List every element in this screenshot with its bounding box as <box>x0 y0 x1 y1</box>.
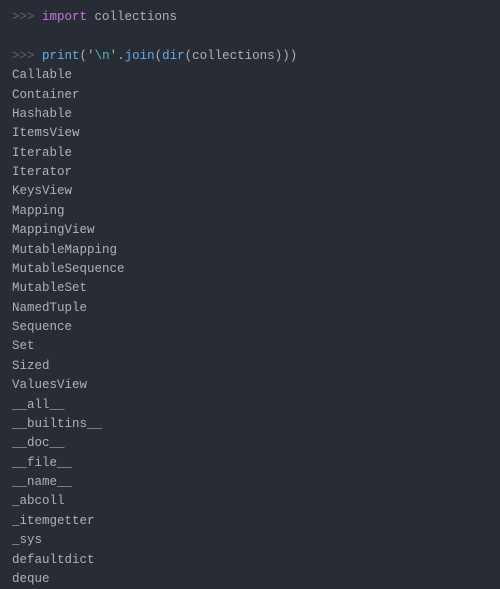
module-name: collections <box>95 10 178 24</box>
output-line: ItemsView <box>12 124 488 143</box>
output-line: __doc__ <box>12 434 488 453</box>
output-line: MutableMapping <box>12 241 488 260</box>
output-line: _abcoll <box>12 492 488 511</box>
arg-collections: collections <box>192 49 275 63</box>
func-dir: dir <box>162 49 185 63</box>
repl-prompt: >>> <box>12 49 42 63</box>
output-line: Sequence <box>12 318 488 337</box>
output-line: MutableSequence <box>12 260 488 279</box>
output-line: __name__ <box>12 473 488 492</box>
output-line: Sized <box>12 357 488 376</box>
blank-line <box>12 27 488 46</box>
output-line: Set <box>12 337 488 356</box>
output-line: _itemgetter <box>12 512 488 531</box>
output-line: Mapping <box>12 202 488 221</box>
code-line-1: >>> import collections <box>12 8 488 27</box>
output-line: __builtins__ <box>12 415 488 434</box>
output-line: ValuesView <box>12 376 488 395</box>
output-line: Iterator <box>12 163 488 182</box>
output-line: __file__ <box>12 454 488 473</box>
repl-prompt: >>> <box>12 10 42 24</box>
escape-seq: \n <box>95 49 110 63</box>
keyword-import: import <box>42 10 87 24</box>
output-line: deque <box>12 570 488 589</box>
output-line: __all__ <box>12 396 488 415</box>
output-line: KeysView <box>12 182 488 201</box>
output-line: Hashable <box>12 105 488 124</box>
terminal-output: >>> import collections >>> print('\n'.jo… <box>12 8 488 589</box>
output-block: CallableContainerHashableItemsViewIterab… <box>12 66 488 589</box>
output-line: NamedTuple <box>12 299 488 318</box>
output-line: defaultdict <box>12 551 488 570</box>
output-line: Container <box>12 86 488 105</box>
func-print: print <box>42 49 80 63</box>
output-line: _sys <box>12 531 488 550</box>
code-line-2: >>> print('\n'.join(dir(collections))) <box>12 47 488 66</box>
output-line: Iterable <box>12 144 488 163</box>
output-line: Callable <box>12 66 488 85</box>
output-line: MappingView <box>12 221 488 240</box>
method-join: join <box>125 49 155 63</box>
output-line: MutableSet <box>12 279 488 298</box>
